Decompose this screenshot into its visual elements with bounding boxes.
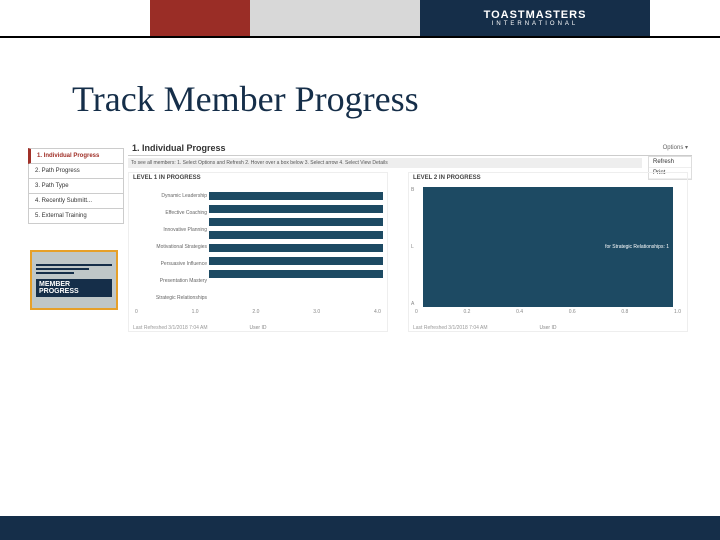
tick: 1.0 <box>192 309 199 323</box>
category-label: Strategic Relationships <box>133 295 207 301</box>
bar[interactable] <box>209 270 383 278</box>
tick: 0.4 <box>516 309 523 323</box>
chart-level2[interactable]: LEVEL 2 IN PROGRESS B L A for Strategic … <box>408 172 688 332</box>
sidebar-item-label: 4. Recently Submitt... <box>35 198 92 204</box>
brand-bar: TOASTMASTERS INTERNATIONAL <box>0 0 720 36</box>
accent-red-block <box>150 0 250 36</box>
tick: 0.6 <box>569 309 576 323</box>
sidebar-item-label: 3. Path Type <box>35 183 69 189</box>
chart-x-ticks: 0 0.2 0.4 0.6 0.8 1.0 <box>409 309 687 323</box>
tick: A <box>411 301 421 307</box>
bar[interactable] <box>209 257 383 265</box>
last-refreshed: Last Refreshed 3/1/2018 7:04 AM <box>413 325 488 331</box>
chart-y-categories: Dynamic Leadership Effective Coaching In… <box>133 187 207 307</box>
thumb-decor <box>36 268 89 270</box>
tick: 0.8 <box>621 309 628 323</box>
tick: L <box>411 244 421 250</box>
tick: 0.2 <box>463 309 470 323</box>
sidebar-item-individual-progress[interactable]: 1. Individual Progress <box>28 148 124 164</box>
divider <box>0 36 720 38</box>
footer-bar <box>0 516 720 540</box>
chart-plot-area <box>209 187 383 307</box>
category-label: Innovative Planning <box>133 227 207 233</box>
sidebar-item-recently-submitted[interactable]: 4. Recently Submitt... <box>28 194 124 209</box>
tick: 2.0 <box>252 309 259 323</box>
refresh-button[interactable]: Refresh <box>649 157 691 168</box>
chart-title: LEVEL 1 IN PROGRESS <box>129 173 387 183</box>
thumb-decor <box>36 264 112 266</box>
instructions-bar: To see all members: 1. Select Options an… <box>128 158 642 168</box>
tick: 0 <box>135 309 138 323</box>
last-refreshed: Last Refreshed 3/1/2018 7:04 AM <box>133 325 208 331</box>
accent-gray-block <box>250 0 420 36</box>
bar[interactable] <box>209 192 383 200</box>
bar[interactable] <box>209 231 383 239</box>
thumb-decor <box>36 272 74 274</box>
brand-logo: TOASTMASTERS INTERNATIONAL <box>420 0 650 36</box>
brand-name: TOASTMASTERS <box>484 9 587 21</box>
sidebar-item-label: 5. External Training <box>35 213 87 219</box>
category-label: Presentation Mastery <box>133 278 207 284</box>
options-dropdown[interactable]: Options ▾ <box>663 144 688 151</box>
tick: 4.0 <box>374 309 381 323</box>
tick: B <box>411 187 421 193</box>
report-sidebar: 1. Individual Progress 2. Path Progress … <box>28 148 124 224</box>
bar[interactable] <box>209 205 383 213</box>
bar[interactable] <box>209 244 383 252</box>
dashboard-header: 1. Individual Progress Options ▾ <box>128 140 692 156</box>
sidebar-item-label: 1. Individual Progress <box>37 153 99 159</box>
bar-annotation: for Strategic Relationships: 1 <box>605 244 669 250</box>
category-label: Effective Coaching <box>133 210 207 216</box>
tick: 1.0 <box>674 309 681 323</box>
sidebar-item-path-progress[interactable]: 2. Path Progress <box>28 164 124 179</box>
sidebar-item-external-training[interactable]: 5. External Training <box>28 209 124 224</box>
category-label: Motivational Strategies <box>133 244 207 250</box>
sidebar-item-label: 2. Path Progress <box>35 168 80 174</box>
chart-x-ticks: 0 1.0 2.0 3.0 4.0 <box>129 309 387 323</box>
chart-y-ticks: B L A <box>411 187 421 307</box>
thumb-label: MEMBER PROGRESS <box>36 279 112 297</box>
page-title: Track Member Progress <box>72 78 419 120</box>
section-heading: 1. Individual Progress <box>132 143 226 153</box>
category-label: Dynamic Leadership <box>133 193 207 199</box>
tick: 3.0 <box>313 309 320 323</box>
dashboard-screenshot: 1. Individual Progress Options ▾ Refresh… <box>28 140 692 360</box>
bar[interactable] <box>209 218 383 226</box>
category-label: Persuasive Influence <box>133 261 207 267</box>
chart-plot-area: for Strategic Relationships: 1 <box>423 187 673 307</box>
chart-level1[interactable]: LEVEL 1 IN PROGRESS Dynamic Leadership E… <box>128 172 388 332</box>
sidebar-item-path-type[interactable]: 3. Path Type <box>28 179 124 194</box>
member-progress-thumbnail[interactable]: MEMBER PROGRESS <box>30 250 118 310</box>
tick: 0 <box>415 309 418 323</box>
chart-title: LEVEL 2 IN PROGRESS <box>409 173 687 183</box>
brand-sub: INTERNATIONAL <box>484 21 587 27</box>
